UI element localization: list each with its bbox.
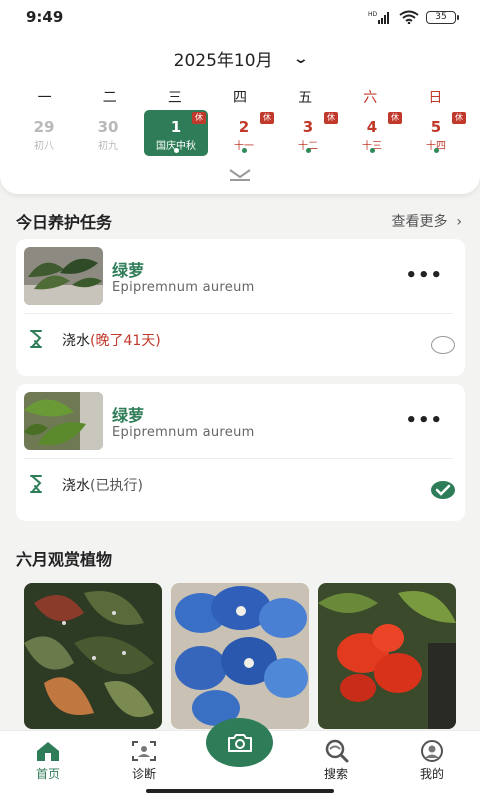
weekday-label: 一 (37, 90, 52, 106)
divider (24, 458, 453, 459)
tab-profile-label: 我的 (419, 767, 444, 781)
week-calendar: 2025年10月 ⌄ 一 二 三 四 五 六 日 29 初八 30 初九 休 1… (0, 34, 480, 194)
featured-gallery (24, 583, 456, 729)
task-dot (241, 148, 247, 153)
tab-diagnose-label: 诊断 (131, 767, 156, 781)
task-dot (433, 148, 439, 153)
weekday-label: 四 (232, 90, 247, 106)
featured-section-title: 六月观赏植物 (16, 550, 113, 569)
task-checkbox[interactable] (431, 336, 455, 354)
more-options-icon[interactable]: ••• (405, 265, 443, 286)
task-card[interactable]: 绿萝 Epipremnum aureum ••• 浇水(已执行) (16, 384, 465, 521)
chevron-right-icon: › (451, 214, 462, 230)
task-type: 浇水 (62, 478, 90, 494)
view-more-label: 查看更多 (391, 214, 448, 230)
weekday-header: 一 二 三 四 五 六 日 (12, 87, 468, 107)
task-dot (173, 148, 179, 153)
task-label: 浇水(已执行) (62, 475, 143, 495)
holiday-badge: 休 (388, 112, 402, 124)
calendar-day[interactable]: 休 4 十三 (340, 110, 404, 156)
more-options-icon[interactable]: ••• (405, 410, 443, 431)
holiday-badge: 休 (452, 112, 466, 124)
battery-icon: 35 (426, 10, 459, 24)
camera-icon (227, 733, 252, 752)
plant-photo-orchid[interactable] (171, 583, 309, 729)
tab-search-label: 搜索 (323, 767, 348, 781)
chevron-down-icon[interactable]: ⌄ (292, 51, 308, 67)
lunar-date: 初八 (34, 141, 54, 152)
weekday-label: 五 (298, 90, 313, 106)
battery-level: 35 (435, 12, 447, 22)
scan-icon (132, 741, 156, 761)
task-card[interactable]: 绿萝 Epipremnum aureum ••• 浇水(晚了41天) (16, 239, 465, 376)
weekday-label: 二 (102, 90, 117, 106)
holiday-badge: 休 (192, 112, 206, 124)
plant-name: 绿萝 (112, 261, 145, 280)
day-row: 29 初八 30 初九 休 1 国庆中秋 休 2 十一 休 3 十二 休 4 十… (12, 110, 468, 156)
task-dot (369, 148, 375, 153)
tab-search[interactable]: 搜索 (306, 739, 366, 782)
task-dot (305, 148, 311, 153)
tab-diagnose[interactable]: 诊断 (114, 739, 174, 782)
weekday-label: 日 (428, 90, 443, 106)
task-label: 浇水(晚了41天) (62, 330, 161, 350)
plant-photo (24, 392, 103, 450)
plant-photo-red-flower[interactable] (318, 583, 456, 729)
holiday-badge: 休 (324, 112, 338, 124)
task-overdue-status: (晚了41天) (90, 333, 161, 349)
watering-icon (30, 475, 42, 493)
checkmark-icon (435, 484, 451, 496)
tab-home[interactable]: 首页 (18, 739, 78, 782)
divider (24, 313, 453, 314)
lunar-date: 初九 (98, 141, 118, 152)
calendar-day-selected[interactable]: 休 1 国庆中秋 (144, 110, 208, 156)
day-number: 29 (33, 118, 55, 136)
watering-icon (30, 330, 42, 348)
home-icon (37, 742, 59, 761)
calendar-day[interactable]: 29 初八 (12, 110, 76, 156)
weekday-label: 三 (167, 90, 182, 106)
plant-latin-name: Epipremnum aureum (112, 280, 255, 295)
status-time: 9:49 (26, 8, 64, 26)
month-selector[interactable]: 2025年10月 ⌄ (0, 46, 480, 72)
task-type: 浇水 (62, 333, 90, 349)
view-more-link[interactable]: 查看更多 › (391, 211, 462, 231)
task-done-status: (已执行) (90, 478, 143, 494)
day-number: 30 (97, 118, 119, 136)
profile-icon (421, 740, 443, 762)
expand-chevron-icon[interactable] (228, 168, 252, 182)
plant-name: 绿萝 (112, 406, 145, 425)
tasks-section-title: 今日养护任务 (16, 213, 113, 232)
calendar-day[interactable]: 休 5 十四 (404, 110, 468, 156)
calendar-day[interactable]: 30 初九 (76, 110, 140, 156)
calendar-day[interactable]: 休 3 十二 (276, 110, 340, 156)
status-bar: 9:49 HD 35 (0, 0, 480, 34)
calendar-day[interactable]: 休 2 十一 (212, 110, 276, 156)
camera-button[interactable] (206, 718, 273, 767)
plant-photo (24, 247, 103, 305)
home-indicator (146, 789, 334, 793)
task-checkbox-checked[interactable] (431, 481, 455, 499)
search-icon (325, 739, 349, 763)
tab-home-label: 首页 (35, 767, 60, 781)
network-type-label: HD (368, 11, 378, 18)
cellular-signal-icon: HD (368, 11, 389, 24)
weekday-label: 六 (363, 90, 378, 106)
tab-profile[interactable]: 我的 (402, 739, 462, 782)
month-label: 2025年10月 (173, 51, 273, 71)
holiday-badge: 休 (260, 112, 274, 124)
status-icons: HD 35 (368, 10, 459, 24)
plant-latin-name: Epipremnum aureum (112, 425, 255, 440)
wifi-icon (399, 10, 419, 24)
plant-photo-begonia[interactable] (24, 583, 162, 729)
